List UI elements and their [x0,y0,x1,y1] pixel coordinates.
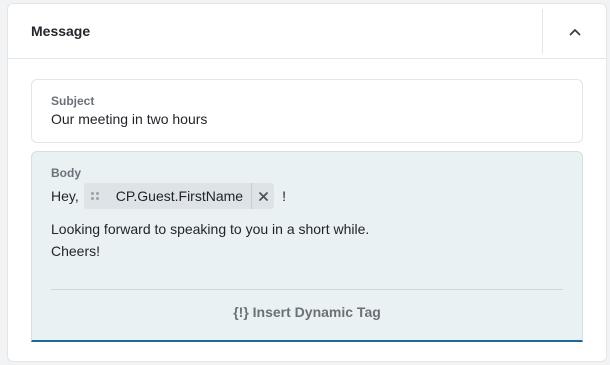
subject-label: Subject [51,94,95,108]
insert-dynamic-tag-button[interactable]: {!} Insert Dynamic Tag [32,304,582,320]
chevron-up-icon [569,23,581,41]
after-tag-text: ! [282,188,286,204]
dynamic-tag-chip[interactable]: CP.Guest.FirstName [83,183,275,209]
greeting-text: Hey, [51,188,79,204]
dynamic-tag-label: CP.Guest.FirstName [115,188,244,204]
drag-handle-icon[interactable] [84,183,106,209]
subject-field[interactable]: Subject Our meeting in two hours [31,79,583,143]
body-first-line: Hey, CP.Guest.FirstName ! [51,183,286,209]
body-line-2: Looking forward to speaking to you in a … [51,221,370,237]
message-panel: Message Subject Our meeting in two hours… [7,3,607,362]
collapse-button[interactable] [543,4,606,59]
body-text[interactable]: Looking forward to speaking to you in a … [51,218,369,262]
close-icon [258,188,268,204]
remove-tag-button[interactable] [251,183,274,209]
panel-title: Message [31,23,91,39]
body-label: Body [51,166,81,180]
body-line-3: Cheers! [51,243,101,259]
subject-value[interactable]: Our meeting in two hours [51,111,207,127]
panel-header: Message [8,4,606,59]
body-divider [51,289,563,290]
body-field[interactable]: Body Hey, CP.Guest.FirstName ! Looking f… [31,151,583,342]
